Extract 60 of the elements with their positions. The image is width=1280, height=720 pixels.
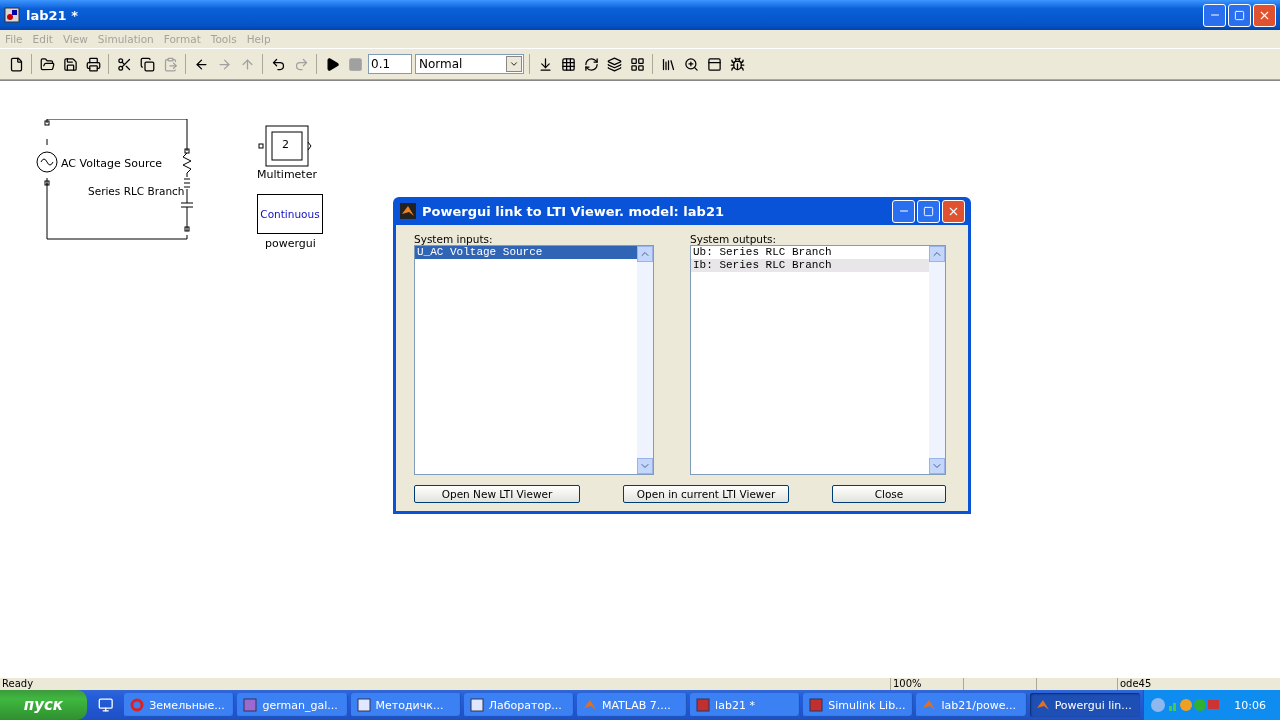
app-icon xyxy=(922,698,937,712)
menu-item[interactable]: Tools xyxy=(205,33,242,45)
minimize-button[interactable] xyxy=(892,199,915,223)
stop-time-field[interactable]: 0.1 xyxy=(368,54,412,74)
maximize-icon xyxy=(1234,9,1245,21)
app-icon xyxy=(809,698,824,712)
maximize-icon xyxy=(923,205,934,217)
menu-item[interactable]: View xyxy=(57,33,93,45)
app-icon xyxy=(1035,698,1050,712)
block-label: Series RLC Branch xyxy=(88,185,185,197)
taskbar-button[interactable]: Земельные... xyxy=(124,693,235,717)
multimeter-block xyxy=(258,125,312,167)
dialog-title: Powergui link to LTI Viewer. model: lab21 xyxy=(422,203,724,219)
taskbar-button[interactable]: Powergui lin... xyxy=(1029,693,1140,717)
taskbar-button[interactable]: Методичк... xyxy=(350,693,461,717)
menu-item[interactable]: Simulation xyxy=(92,33,159,45)
taskbar-button[interactable]: Лаборатор... xyxy=(463,693,574,717)
tray-icons-drawing xyxy=(1149,697,1220,713)
list-box[interactable]: Ub: Series RLC Branch Ib: Series RLC Branch xyxy=(690,245,946,475)
dialog-button[interactable]: Open New LTI Viewer xyxy=(414,485,580,503)
start-button[interactable]: пуск xyxy=(0,690,87,720)
mode-dropdown[interactable]: Normal xyxy=(415,54,524,74)
list-item[interactable]: Ib: Series RLC Branch xyxy=(691,259,929,272)
dialog-button[interactable]: Close xyxy=(832,485,946,503)
maximize-button[interactable] xyxy=(917,199,940,223)
block-label: Multimeter xyxy=(257,168,317,181)
block-label: AC Voltage Source xyxy=(61,157,163,170)
close-button[interactable] xyxy=(1253,3,1276,27)
powergui-block: Continuous xyxy=(257,194,323,234)
taskbar-button[interactable]: Simulink Lib... xyxy=(803,693,914,717)
list-box[interactable]: U_AC Voltage Source xyxy=(414,245,654,475)
maximize-button[interactable] xyxy=(1228,3,1251,27)
window-title: lab21 * xyxy=(26,7,78,23)
document-icon xyxy=(356,698,371,712)
close-button[interactable] xyxy=(942,199,965,223)
app-icon xyxy=(582,698,597,712)
taskbar-button[interactable]: MATLAB 7.... xyxy=(576,693,688,717)
list-item[interactable]: U_AC Voltage Source xyxy=(415,246,637,259)
clock: 10:06 xyxy=(1234,698,1266,712)
menu-item[interactable]: Format xyxy=(158,33,206,45)
app-icon xyxy=(696,698,711,712)
block-value: 2 xyxy=(282,138,289,151)
app-icon xyxy=(4,7,20,23)
block-label: powergui xyxy=(265,237,316,250)
app-icon xyxy=(400,203,416,219)
status-text: Ready xyxy=(1,678,35,690)
list-label: System outputs: xyxy=(690,233,778,245)
list-label: System inputs: xyxy=(414,233,494,245)
menu-item[interactable]: Help xyxy=(241,33,276,45)
ring-icon xyxy=(130,698,145,712)
menu-item[interactable]: Edit xyxy=(27,33,58,45)
menu-item[interactable]: File xyxy=(0,33,28,45)
app-icon xyxy=(243,698,258,712)
taskbar-button[interactable]: german_gal... xyxy=(237,693,348,717)
document-icon xyxy=(469,698,484,712)
taskbar-button[interactable]: lab21 * xyxy=(690,693,801,717)
minimize-button[interactable] xyxy=(1203,3,1226,27)
dialog-button[interactable]: Open in current LTI Viewer xyxy=(623,485,789,503)
taskbar-button[interactable]: lab21/powe... xyxy=(916,693,1027,717)
desktop-icon[interactable] xyxy=(97,697,114,713)
